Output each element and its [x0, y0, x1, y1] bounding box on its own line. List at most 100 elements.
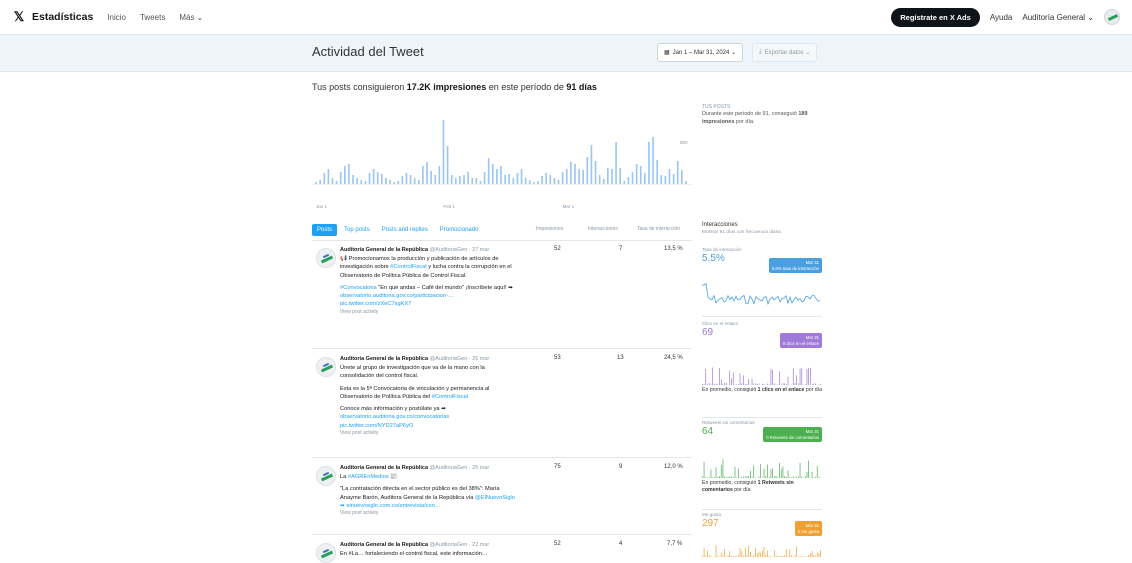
tweet-url-link[interactable]: observatorio.auditoria.gov.co/participac… — [340, 292, 520, 300]
impressions-bar[interactable] — [566, 169, 568, 184]
impressions-bar[interactable] — [447, 146, 449, 184]
nav-link-tweets[interactable]: Tweets — [140, 13, 165, 22]
impressions-bar[interactable] — [402, 176, 404, 184]
impressions-bar[interactable] — [517, 173, 519, 184]
impressions-bar[interactable] — [381, 174, 383, 184]
tweet-avatar[interactable] — [316, 543, 336, 563]
impressions-bar[interactable] — [599, 175, 601, 184]
impressions-bar[interactable] — [422, 166, 424, 184]
date-range-button[interactable]: ▦ Jan 1 – Mar 31, 2024 ⌄ — [657, 43, 743, 62]
tab-top-posts[interactable]: Top posts — [339, 224, 375, 236]
impressions-bar[interactable] — [323, 173, 325, 184]
tweet-author[interactable]: Auditoría General de la República — [340, 247, 428, 253]
impressions-bar[interactable] — [319, 180, 321, 184]
impressions-bar[interactable] — [545, 173, 547, 184]
impressions-bar[interactable] — [607, 168, 609, 184]
impressions-bar[interactable] — [591, 145, 593, 184]
impressions-bar[interactable] — [463, 175, 465, 184]
impressions-bar[interactable] — [360, 180, 362, 184]
impressions-bar[interactable] — [369, 173, 371, 184]
nav-link-inicio[interactable]: Inicio — [107, 13, 126, 22]
impressions-bar[interactable] — [611, 169, 613, 184]
tweet-avatar[interactable] — [316, 248, 336, 268]
tweet-row[interactable]: Auditoría General de la República @Audit… — [312, 242, 692, 349]
impressions-bar[interactable] — [623, 181, 625, 184]
impressions-bar[interactable] — [525, 178, 527, 184]
impressions-bar[interactable] — [586, 157, 588, 184]
impressions-bar[interactable] — [582, 170, 584, 184]
nav-link-mas[interactable]: Más ⌄ — [179, 13, 203, 22]
hashtag-link[interactable]: #AGREnMedios — [348, 474, 389, 480]
impressions-bar[interactable] — [480, 181, 482, 184]
impressions-bar[interactable] — [348, 164, 350, 184]
impressions-bar[interactable] — [595, 161, 597, 184]
account-avatar[interactable] — [1104, 9, 1120, 25]
tweet-row[interactable]: Auditoría General de la República @Audit… — [312, 351, 692, 458]
impressions-bar[interactable] — [632, 172, 634, 184]
impressions-bar[interactable] — [513, 178, 515, 184]
impressions-bar[interactable] — [332, 178, 334, 184]
impressions-bar[interactable] — [496, 169, 498, 184]
hashtag-link[interactable]: #ControlFiscal — [390, 264, 426, 270]
tweet-author[interactable]: Auditoría General de la República — [340, 465, 428, 471]
impressions-bar[interactable] — [533, 182, 535, 184]
impressions-bar[interactable] — [328, 169, 330, 184]
column-header-rate[interactable]: Tasa de interacción — [637, 226, 680, 232]
impressions-bar[interactable] — [648, 142, 650, 184]
impressions-bar[interactable] — [656, 160, 658, 184]
impressions-bar[interactable] — [652, 137, 654, 184]
impressions-bar[interactable] — [562, 172, 564, 184]
impressions-bar[interactable] — [356, 178, 358, 184]
impressions-bar[interactable] — [640, 166, 642, 184]
tab-promoted[interactable]: Promocionado — [435, 224, 484, 236]
impressions-bar[interactable] — [550, 175, 552, 184]
tab-posts[interactable]: Posts — [312, 224, 337, 236]
tweet-url-link[interactable]: ➡ elnuevosiglo.com.co/entrevista/con… — [340, 503, 441, 509]
tweet-url-link[interactable]: observatorio.auditoria.gov.co/convocator… — [340, 413, 520, 421]
impressions-bar[interactable] — [467, 172, 469, 184]
impressions-bar[interactable] — [685, 181, 687, 184]
impressions-bar[interactable] — [644, 173, 646, 184]
impressions-bar[interactable] — [315, 182, 317, 184]
impressions-bar[interactable] — [492, 164, 494, 184]
impressions-bar[interactable] — [373, 169, 375, 184]
tweet-row[interactable]: Auditoría General de la República @Audit… — [312, 460, 692, 535]
impressions-bar[interactable] — [336, 181, 338, 184]
tweet-pic-link[interactable]: pic.twitter.com/NYD27aP6yO — [340, 422, 520, 430]
impressions-bar[interactable] — [443, 120, 445, 184]
column-header-impressions[interactable]: Impresiones — [536, 226, 563, 232]
impressions-bar[interactable] — [397, 181, 399, 184]
impressions-bar[interactable] — [389, 180, 391, 184]
tweet-avatar[interactable] — [316, 357, 336, 377]
view-post-activity-link[interactable]: View post activity — [340, 510, 520, 517]
impressions-bar[interactable] — [554, 178, 556, 184]
impressions-bar[interactable] — [578, 169, 580, 184]
impressions-bar[interactable] — [628, 177, 630, 184]
impressions-bar[interactable] — [660, 175, 662, 184]
impressions-bar[interactable] — [430, 171, 432, 184]
impressions-bar[interactable] — [619, 168, 621, 184]
impressions-bar[interactable] — [615, 142, 617, 184]
mention-link[interactable]: @ElNuevoSiglo — [475, 495, 515, 501]
impressions-bar[interactable] — [603, 179, 605, 184]
account-menu[interactable]: Auditoría General ⌄ — [1022, 13, 1094, 22]
x-logo-icon[interactable]: 𝕏 — [12, 10, 26, 24]
impressions-bar[interactable] — [426, 162, 428, 184]
impressions-bar[interactable] — [385, 178, 387, 184]
impressions-bar[interactable] — [410, 175, 412, 184]
impressions-bar[interactable] — [574, 164, 576, 184]
impressions-bar[interactable] — [508, 174, 510, 184]
impressions-bar[interactable] — [459, 176, 461, 184]
impressions-bar[interactable] — [669, 169, 671, 184]
impressions-bar[interactable] — [455, 178, 457, 184]
impressions-bar[interactable] — [434, 175, 436, 184]
brand[interactable]: 𝕏 Estadísticas — [12, 10, 93, 24]
impressions-bar[interactable] — [504, 175, 506, 184]
impressions-bar[interactable] — [451, 175, 453, 184]
hashtag-link[interactable]: #ControlFiscal — [432, 394, 468, 400]
view-post-activity-link[interactable]: View post activity — [340, 309, 520, 316]
tweet-avatar[interactable] — [316, 466, 336, 486]
impressions-bar[interactable] — [521, 169, 523, 184]
view-post-activity-link[interactable]: View post activity — [340, 430, 520, 437]
impressions-bar[interactable] — [541, 176, 543, 184]
